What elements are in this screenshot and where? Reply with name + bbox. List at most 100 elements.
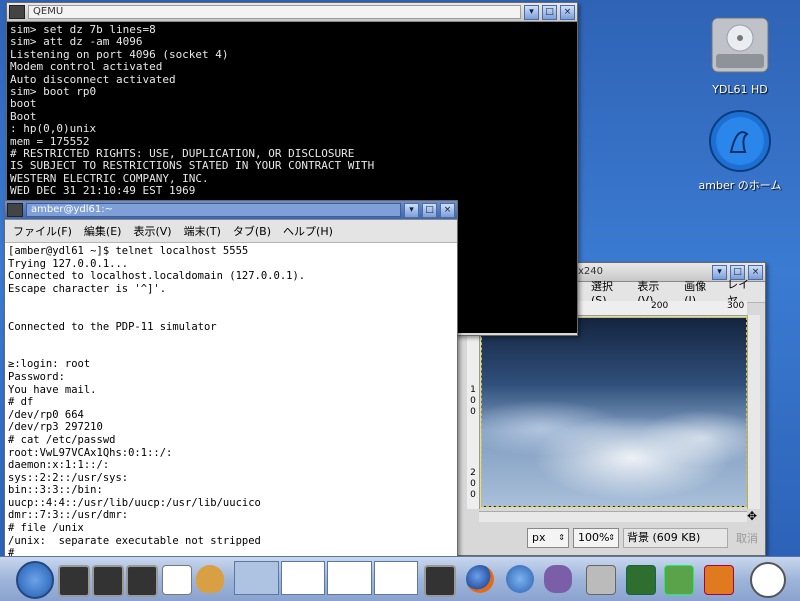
image-canvas[interactable] xyxy=(481,317,747,507)
console-line: boot xyxy=(10,97,37,111)
kde-menu-icon[interactable] xyxy=(16,561,54,599)
pager-desktop[interactable] xyxy=(234,561,279,595)
ruler-label: 300 xyxy=(727,301,745,311)
horizontal-scrollbar[interactable] xyxy=(479,511,747,522)
unit-select[interactable]: px ⇕ xyxy=(527,528,569,548)
terminal-output[interactable]: [amber@ydl61 ~]$ telnet localhost 5555 Tr… xyxy=(5,243,457,558)
window-title: QEMU xyxy=(28,5,521,19)
taskbar xyxy=(0,556,800,601)
ruler-label: 0 xyxy=(470,407,476,417)
navigate-icon[interactable]: ✥ xyxy=(747,509,757,523)
left-ruler: 1 0 0 2 0 0 xyxy=(467,315,480,509)
terminal-line: sys::2:2::/usr/sys: xyxy=(8,471,129,484)
vertical-scrollbar[interactable] xyxy=(747,315,760,509)
thunderbird-icon[interactable] xyxy=(506,565,534,593)
app-icon xyxy=(9,5,25,19)
close-icon[interactable]: × xyxy=(560,4,575,20)
desktop-icon-label: YDL61 HD xyxy=(712,83,768,96)
unit-value: px xyxy=(532,531,546,544)
menu-edit[interactable]: 編集(E) xyxy=(84,223,122,239)
terminal-line: uucp::4:4::/usr/lib/uucp:/usr/lib/uucico xyxy=(8,496,261,509)
terminal-icon[interactable] xyxy=(58,565,90,597)
console-line: sim> att dz -am 4096 xyxy=(10,35,143,49)
terminal-line: Trying 127.0.0.1... xyxy=(8,257,129,270)
ruler-label: 200 xyxy=(651,301,669,311)
ruler-label: 0 xyxy=(470,396,476,406)
terminal-menubar: ファイル(F) 編集(E) 表示(V) 端末(T) タブ(B) ヘルプ(H) xyxy=(5,220,457,243)
console-line: WED DEC 31 21:10:49 EST 1969 xyxy=(10,184,196,198)
cancel-button[interactable]: 取消 xyxy=(732,530,762,546)
pager-desktop[interactable] xyxy=(373,561,418,595)
pager-desktop[interactable] xyxy=(327,561,372,595)
terminal-line: You have mail. xyxy=(8,383,97,396)
terminal-line: /dev/rp3 297210 xyxy=(8,421,103,434)
text-editor-icon[interactable] xyxy=(162,565,192,595)
pager[interactable] xyxy=(234,561,418,595)
chevron-updown-icon: ⇕ xyxy=(558,533,565,542)
terminal-line: # file /unix xyxy=(8,522,84,535)
terminal-line: /unix: separate executable not stripped xyxy=(8,534,261,547)
maximize-icon[interactable]: □ xyxy=(542,4,557,20)
menu-help[interactable]: ヘルプ(H) xyxy=(283,223,333,239)
terminal-line: Connected to localhost.localdomain (127.… xyxy=(8,270,306,283)
terminal-line: bin::3:3::/bin: xyxy=(8,484,103,497)
menu-view[interactable]: 表示(V) xyxy=(133,223,171,239)
terminal-line: [amber@ydl61 ~]$ telnet localhost 5555 xyxy=(8,245,249,257)
console-line: : hp(0,0)unix xyxy=(10,122,97,136)
desktop-icon-label: amber のホーム xyxy=(698,179,782,192)
pager-desktop[interactable] xyxy=(280,561,325,595)
menu-terminal[interactable]: 端末(T) xyxy=(184,223,221,239)
zoom-value: 100% xyxy=(578,531,610,544)
console-line: Modem control activated xyxy=(10,60,163,74)
terminal-line: /dev/rp0 664 xyxy=(8,408,84,421)
ruler-label: 1 xyxy=(470,385,476,395)
terminal-line: Password: xyxy=(8,370,65,383)
ruler-label: 0 xyxy=(470,490,476,500)
system-monitor-icon[interactable] xyxy=(586,565,616,595)
terminal-line: # cat /etc/passwd xyxy=(8,433,116,446)
terminal-icon[interactable] xyxy=(126,565,158,597)
pidgin-icon[interactable] xyxy=(544,565,572,593)
window-title: amber@ydl61:~ xyxy=(26,203,401,217)
home-folder-icon xyxy=(709,110,771,172)
gimp-icon[interactable] xyxy=(196,565,224,593)
terminal-window: amber@ydl61:~ ▾ □ × ファイル(F) 編集(E) 表示(V) … xyxy=(4,200,458,558)
terminal-line: ≥:login: root xyxy=(8,358,91,371)
firefox-icon[interactable] xyxy=(466,565,494,593)
qemu-titlebar[interactable]: QEMU ▾ □ × xyxy=(7,3,577,22)
console-line: sim> boot rp0 xyxy=(10,85,97,99)
maximize-icon[interactable]: □ xyxy=(422,202,437,218)
desktop-icon-home[interactable]: amber のホーム xyxy=(696,108,784,193)
terminal-line: # df xyxy=(8,396,34,409)
terminal-titlebar[interactable]: amber@ydl61:~ ▾ □ × xyxy=(5,201,457,220)
terminal-app-icon xyxy=(7,203,23,217)
terminal-line: root:VwL97VCAx1Qhs:0:1::/: xyxy=(8,446,173,459)
menu-tabs[interactable]: タブ(B) xyxy=(233,223,271,239)
calc-icon[interactable] xyxy=(626,565,656,595)
menu-file[interactable]: ファイル(F) xyxy=(13,223,72,239)
office-icon[interactable] xyxy=(704,565,734,595)
terminal-line: daemon:x:1:1::/: xyxy=(8,459,110,472)
minimize-icon[interactable]: ▾ xyxy=(524,4,539,20)
chevron-updown-icon: ⇕ xyxy=(608,533,615,542)
status-text: 背景 (609 KB) xyxy=(623,528,728,548)
desktop-icon-hd[interactable]: YDL61 HD xyxy=(700,10,780,96)
terminal-icon[interactable] xyxy=(92,565,124,597)
terminal-line: Connected to the PDP-11 simulator xyxy=(8,320,217,333)
hard-drive-icon xyxy=(711,17,769,73)
minimize-icon[interactable]: ▾ xyxy=(404,202,419,218)
terminal-icon[interactable] xyxy=(424,565,456,597)
ruler-label: 0 xyxy=(470,479,476,489)
console-line: IS SUBJECT TO RESTRICTIONS STATED IN YOU… xyxy=(10,159,375,173)
terminal-line: dmr::7:3::/usr/dmr: xyxy=(8,509,129,522)
gimp-statusbar: px ⇕ 100% ⇕ 背景 (609 KB) 取消 xyxy=(457,525,765,551)
zoom-select[interactable]: 100% ⇕ xyxy=(573,528,619,548)
ruler-label: 2 xyxy=(470,468,476,478)
clock-icon[interactable] xyxy=(750,562,786,598)
close-icon[interactable]: × xyxy=(440,202,455,218)
spreadsheet-icon[interactable] xyxy=(664,565,694,595)
